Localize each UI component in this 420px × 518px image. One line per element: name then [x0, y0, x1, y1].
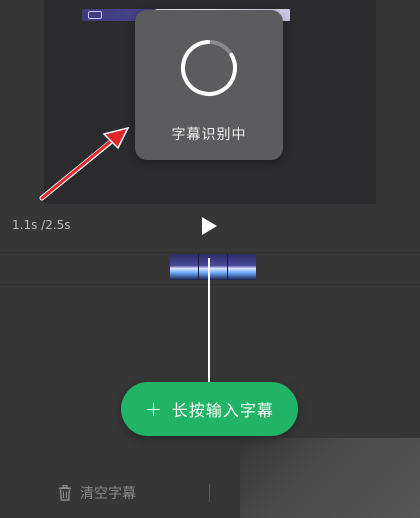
toast-message: 字幕识别中 [171, 127, 247, 143]
plus-icon: + [145, 397, 162, 421]
preview-frame-icon [88, 11, 102, 19]
playhead[interactable] [208, 258, 210, 396]
add-subtitle-button[interactable]: + 长按输入字幕 [121, 382, 298, 436]
playback-time: 1.1s /2.5s [12, 218, 71, 232]
clip-thumbnail [199, 254, 228, 280]
play-icon[interactable] [198, 215, 220, 237]
timeline-divider-top [0, 252, 420, 253]
add-subtitle-label: 长按输入字幕 [171, 401, 274, 420]
clear-subtitles-button[interactable]: 清空字幕 [58, 482, 136, 504]
recognition-toast: 字幕识别中 [135, 10, 283, 160]
clip-thumbnail [228, 254, 256, 280]
annotation-arrow-icon [39, 126, 130, 201]
toolbar-separator [209, 484, 210, 502]
loading-spinner-icon [181, 40, 237, 96]
clear-subtitles-label: 清空字幕 [80, 486, 136, 502]
trash-icon [59, 485, 71, 501]
timeline-divider-bottom [0, 284, 420, 285]
watermark-overlay [240, 438, 420, 518]
clip-thumbnail [170, 254, 199, 280]
video-clip-track[interactable] [170, 254, 256, 280]
